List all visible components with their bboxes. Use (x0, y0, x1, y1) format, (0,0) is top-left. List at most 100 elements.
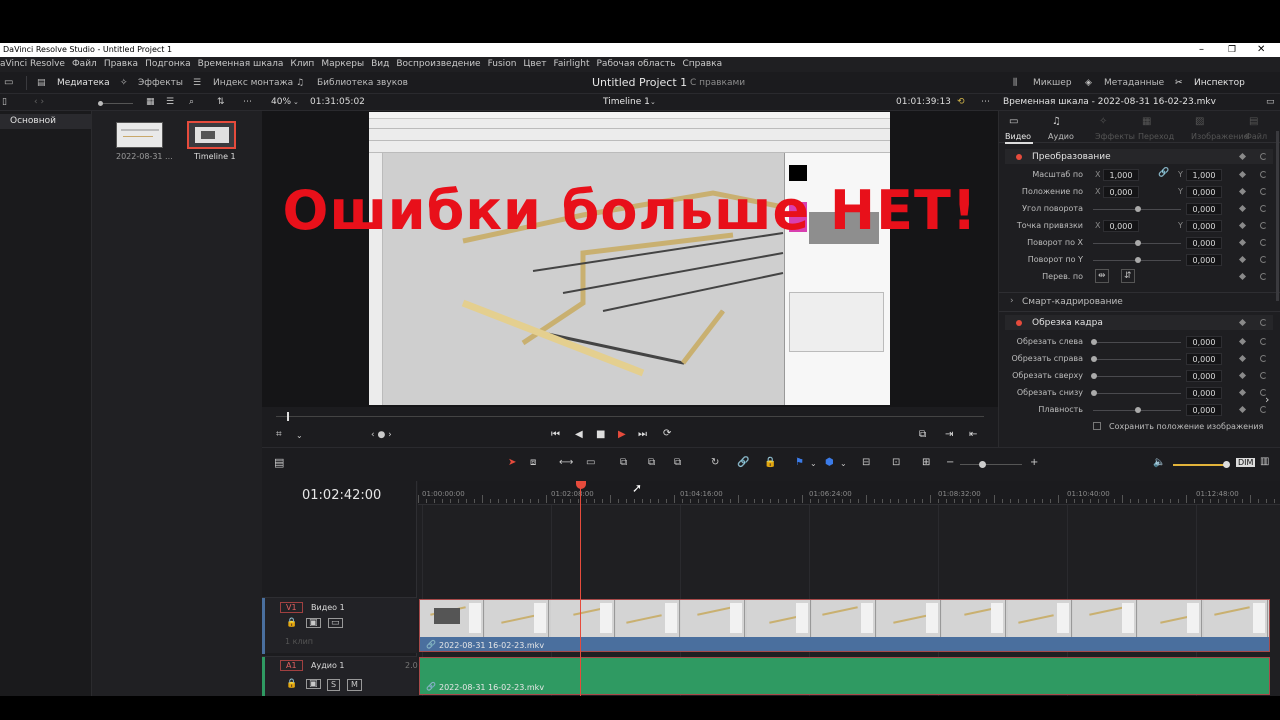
slider-knob[interactable] (1135, 206, 1141, 212)
media-clip-thumbnail[interactable] (116, 122, 163, 148)
match-frame-icon[interactable]: ⧉ (919, 429, 926, 440)
speaker-icon[interactable]: 🔈 (1153, 457, 1165, 468)
auto-select-icon[interactable]: ▣ (306, 679, 321, 689)
transform-section-title[interactable]: Преобразование (1032, 152, 1111, 162)
reset-icon[interactable] (1260, 338, 1267, 345)
keyframe-icon[interactable] (1238, 187, 1247, 196)
keyframe-icon[interactable] (1238, 255, 1247, 264)
zoom-slider[interactable] (960, 464, 1022, 465)
zoom-detail-icon[interactable]: ⊡ (892, 457, 900, 468)
crop-enable-icon[interactable] (1016, 320, 1022, 326)
flip-horizontal-icon[interactable]: ⇹ (1095, 269, 1109, 283)
trim-tool-icon[interactable]: ⧈ (530, 457, 536, 468)
menu-item[interactable]: Справка (682, 59, 722, 69)
lock-icon[interactable]: 🔒 (286, 618, 297, 628)
dynamic-trim-icon[interactable]: ⟷ (559, 457, 573, 468)
chevron-right-icon[interactable]: › (1010, 296, 1014, 306)
value-y-field[interactable]: 1,000 (1186, 169, 1222, 181)
prev-edit-icon[interactable]: ⇤ (969, 429, 977, 440)
value-field[interactable]: 0,000 (1186, 387, 1222, 399)
reset-icon[interactable] (1260, 355, 1267, 362)
value-x-field[interactable]: 1,000 (1103, 169, 1139, 181)
overwrite-clip-icon[interactable]: ⧉ (648, 457, 655, 468)
inspector-button[interactable]: Инспектор (1194, 72, 1245, 94)
timeline-view-options-icon[interactable]: ▤ (274, 456, 284, 469)
chevron-right-icon[interactable]: › (1265, 393, 1269, 406)
menu-item[interactable]: Клип (290, 59, 314, 69)
keyframe-icon[interactable] (1238, 272, 1247, 281)
value-y-field[interactable]: 0,000 (1186, 186, 1222, 198)
value-y-field[interactable]: 0,000 (1186, 220, 1222, 232)
inspector-tab[interactable]: Эффекты (1095, 132, 1135, 141)
volume-knob[interactable] (1223, 461, 1230, 468)
slider-knob[interactable] (1135, 407, 1141, 413)
audio-clip[interactable]: 🔗 2022-08-31 16-02-23.mkv (419, 657, 1270, 695)
value-field[interactable]: 0,000 (1186, 237, 1222, 249)
inspector-tab-icon[interactable]: ▦ (1142, 116, 1151, 127)
inspector-tab-icon[interactable]: ▨ (1195, 116, 1204, 127)
play-reverse-icon[interactable]: ◀ (575, 429, 583, 440)
inspector-tab[interactable]: Переход (1138, 132, 1174, 141)
keyframe-icon[interactable] (1238, 371, 1247, 380)
insert-clip-icon[interactable]: ⧉ (620, 457, 627, 468)
value-field[interactable]: 0,000 (1186, 254, 1222, 266)
effects-icon[interactable]: ✧ (120, 72, 128, 94)
slider-knob[interactable] (1135, 257, 1141, 263)
value-field[interactable]: 0,000 (1186, 336, 1222, 348)
reset-icon[interactable] (1260, 319, 1267, 326)
mixer-button[interactable]: Микшер (1033, 72, 1072, 94)
minimize-icon[interactable]: – (1199, 43, 1204, 57)
menu-item[interactable]: Рабочая область (597, 59, 676, 69)
slider-knob[interactable] (1091, 356, 1097, 362)
more-options-icon[interactable]: ⋯ (981, 94, 990, 111)
lock-icon[interactable]: 🔒 (286, 679, 297, 689)
timeline-name[interactable]: Timeline 1 (603, 94, 650, 111)
transform-enable-icon[interactable] (1016, 154, 1022, 160)
collapse-icon[interactable]: ▭ (1266, 94, 1275, 111)
menu-item[interactable]: Маркеры (321, 59, 364, 69)
menu-item[interactable]: Правка (104, 59, 138, 69)
play-icon[interactable]: ▶ (618, 429, 626, 440)
mute-button[interactable]: M (347, 679, 362, 691)
close-icon[interactable]: ✕ (1257, 43, 1265, 57)
menu-item[interactable]: Fairlight (553, 59, 589, 69)
inspector-tab-icon[interactable]: ▭ (1009, 116, 1018, 127)
track-name-v1[interactable]: Видео 1 (311, 603, 345, 612)
metadata-button[interactable]: Метаданные (1104, 72, 1164, 94)
reset-icon[interactable] (1260, 222, 1267, 229)
menu-item[interactable]: Вид (371, 59, 389, 69)
keyframe-icon[interactable] (1238, 204, 1247, 213)
chevron-down-icon[interactable]: ⌄ (810, 459, 817, 468)
dim-button[interactable]: DIM (1236, 458, 1256, 467)
zoom-level[interactable]: 40% (271, 94, 291, 111)
blade-tool-icon[interactable]: ▭ (586, 457, 595, 468)
media-pool-icon[interactable]: ▤ (37, 72, 46, 94)
value-field[interactable]: 0,000 (1186, 203, 1222, 215)
track-name-a1[interactable]: Аудио 1 (311, 661, 344, 670)
scrubber-track[interactable] (276, 416, 984, 417)
slider-knob[interactable] (1091, 390, 1097, 396)
chevron-down-icon[interactable]: ⌄ (293, 94, 299, 111)
inspector-tab-icon[interactable]: ✧ (1099, 116, 1107, 127)
chevron-down-icon[interactable]: ⌄ (296, 431, 303, 440)
panel-toggle-icon[interactable]: ▯ (2, 94, 7, 111)
keyframe-icon[interactable] (1238, 221, 1247, 230)
reset-icon[interactable] (1260, 239, 1267, 246)
inspector-tab-icon[interactable]: ▤ (1249, 116, 1258, 127)
playhead-line[interactable] (580, 485, 581, 696)
selection-tool-icon[interactable]: ➤ (508, 457, 516, 468)
video-clip[interactable]: 🔗 2022-08-31 16-02-23.mkv (419, 599, 1270, 652)
sound-library-icon[interactable]: ♫ (296, 72, 304, 94)
list-view-icon[interactable]: ☰ (166, 94, 174, 111)
slider-knob[interactable] (1091, 339, 1097, 345)
flip-vertical-icon[interactable]: ⇵ (1121, 269, 1135, 283)
go-to-start-icon[interactable]: ⏮ (551, 429, 560, 440)
sort-icon[interactable]: ⇅ (217, 94, 225, 111)
keyframe-icon[interactable] (1238, 405, 1247, 414)
reset-icon[interactable] (1260, 256, 1267, 263)
volume-slider[interactable] (1173, 464, 1226, 466)
more-options-icon[interactable]: ⋯ (243, 94, 252, 111)
reset-icon[interactable] (1260, 205, 1267, 212)
metadata-icon[interactable]: ◈ (1085, 72, 1092, 94)
menu-item[interactable]: aVinci Resolve (0, 59, 65, 69)
